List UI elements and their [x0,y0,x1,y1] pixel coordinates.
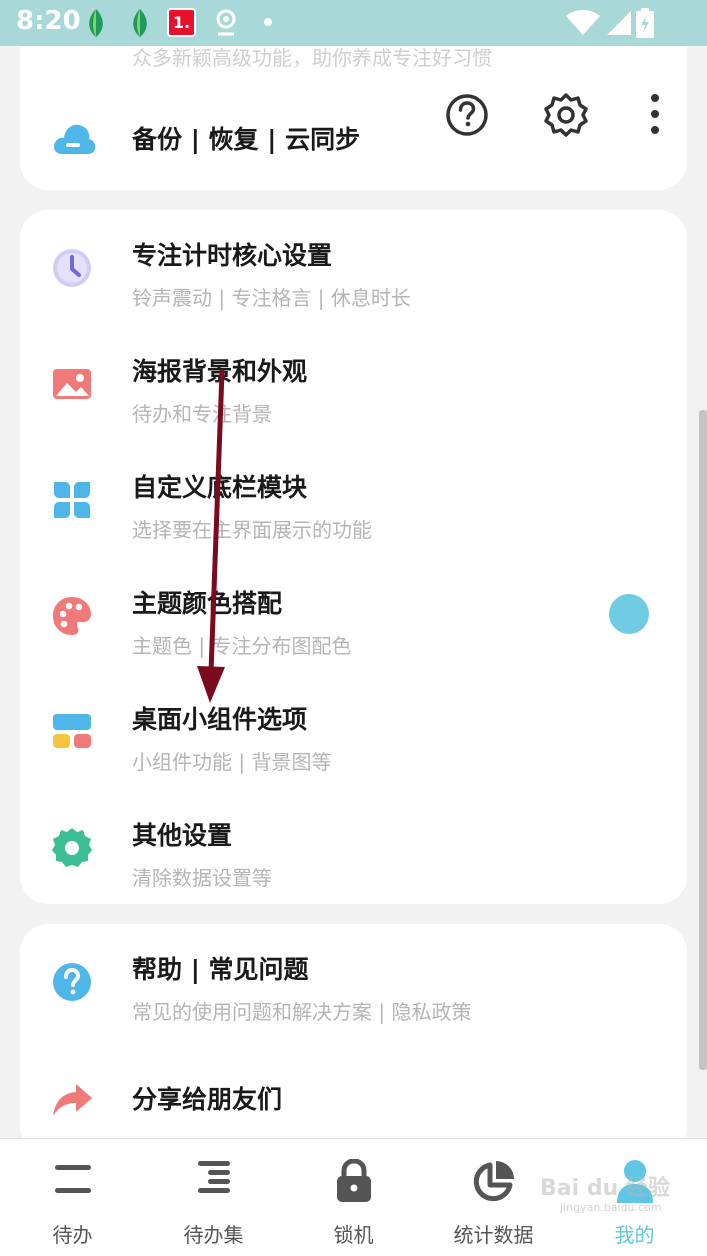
status-dot [264,18,272,26]
wifi-icon [566,10,600,35]
watermark-url: jingyan.baidu.com [560,1201,662,1214]
help-icon[interactable] [444,92,490,138]
setting-title: 自定义底栏模块 [132,473,308,502]
setting-title: 其他设置 [132,821,233,850]
grid-icon [54,482,90,518]
settings-icon[interactable] [543,92,589,138]
help-subtitle: 常见的使用问题和解决方案 | 隐私政策 [132,1000,472,1024]
pro-features-subtitle: 众多新颖高级功能，助你养成专注好习惯 [132,46,492,70]
setting-subtitle: 铃声震动 | 专注格言 | 休息时长 [132,286,411,310]
location-icon [216,9,236,36]
leaf-app-icon [89,9,103,37]
setting-title: 专注计时核心设置 [132,241,333,270]
clock-icon [53,249,91,287]
nav-label: 待办 [52,1223,93,1247]
todo-icon [54,1165,91,1193]
share-icon [53,1084,92,1116]
setting-theme-color[interactable]: 主题颜色搭配 主题色 | 专注分布图配色 [20,558,687,668]
nav-label: 锁机 [333,1223,374,1247]
setting-poster-background[interactable]: 海报背景和外观 待办和专注背景 [20,326,687,436]
nav-label: 我的 [614,1223,655,1247]
help-title: 帮助 | 常见问题 [132,955,309,984]
setting-title: 海报背景和外观 [132,357,308,386]
setting-desktop-widget[interactable]: 桌面小组件选项 小组件功能 | 背景图等 [20,674,687,784]
todo-list-icon [197,1161,230,1193]
notification-badge-icon: 1. [167,8,196,37]
more-vert-icon[interactable] [632,92,678,138]
gear-icon [52,828,92,867]
theme-color-swatch[interactable] [609,594,649,634]
cloud-icon [54,124,96,154]
help-faq-row[interactable]: 帮助 | 常见问题 常见的使用问题和解决方案 | 隐私政策 [20,926,687,1036]
battery-icon [636,8,654,38]
scrollbar[interactable] [699,410,707,1070]
status-bar: 8:20 1. [0,0,707,46]
lock-icon [336,1159,371,1202]
setting-title: 桌面小组件选项 [132,705,308,734]
nav-label: 统计数据 [453,1223,534,1247]
signal-icon [607,11,631,35]
setting-focus-timer[interactable]: 专注计时核心设置 铃声震动 | 专注格言 | 休息时长 [20,210,687,320]
nav-label: 待办集 [183,1223,244,1247]
share-title: 分享给朋友们 [132,1085,283,1114]
nav-todo-list[interactable]: 待办集 [143,1139,284,1256]
setting-custom-bottom-bar[interactable]: 自定义底栏模块 选择要在主界面展示的功能 [20,442,687,552]
setting-subtitle: 主题色 | 专注分布图配色 [132,634,352,658]
question-icon [53,963,91,1001]
nav-todo[interactable]: 待办 [2,1139,143,1256]
backup-title[interactable]: 备份 | 恢复 | 云同步 [132,120,360,156]
widget-icon [53,714,91,748]
setting-other[interactable]: 其他设置 清除数据设置等 [20,790,687,900]
palette-icon [53,597,91,635]
setting-subtitle: 待办和专注背景 [132,402,272,426]
watermark: Bai du 经验 [540,1176,670,1201]
setting-subtitle: 清除数据设置等 [132,866,272,890]
status-time: 8:20 [16,6,81,36]
setting-title: 主题颜色搭配 [132,589,283,618]
pie-chart-icon [473,1161,514,1202]
leaf-app-icon [133,9,147,37]
image-icon [53,369,91,399]
setting-subtitle: 选择要在主界面展示的功能 [132,518,372,542]
setting-subtitle: 小组件功能 | 背景图等 [132,750,332,774]
nav-lock[interactable]: 锁机 [283,1139,424,1256]
